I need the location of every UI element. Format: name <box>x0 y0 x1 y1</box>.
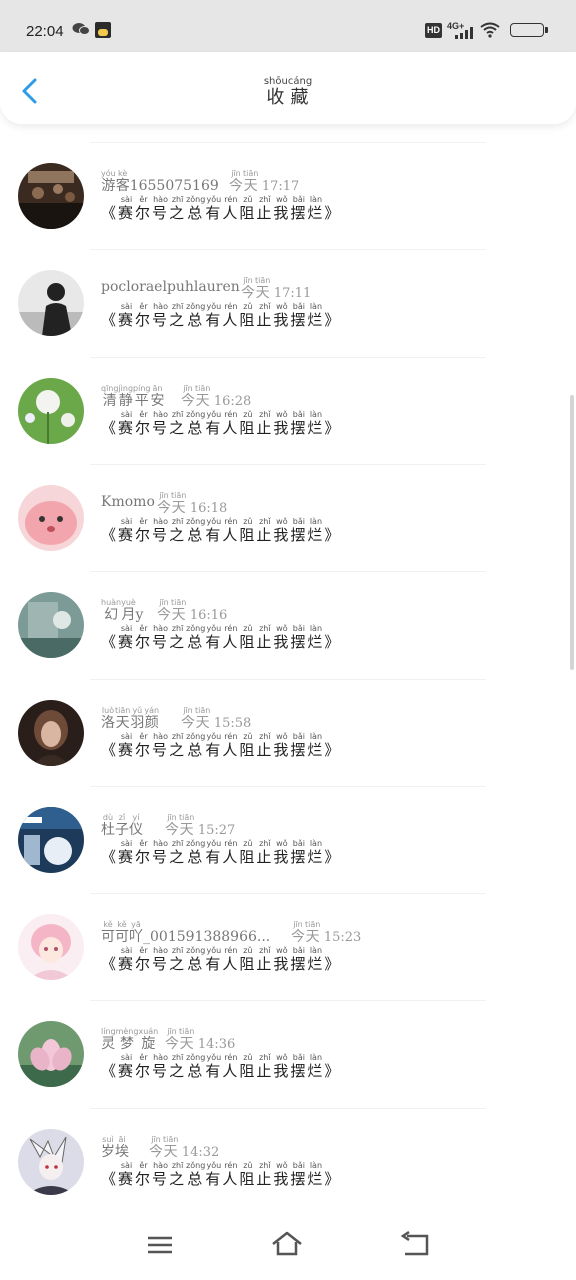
avatar[interactable] <box>18 1021 84 1088</box>
item-meta: pocloraelpuhlauren 今jīn天tiān 17:11 <box>101 276 311 301</box>
avatar[interactable] <box>18 377 84 444</box>
list-item[interactable]: 杜dù子zǐ仪yí 今jīn天tiān 15:27 《赛sài尔ěr号hào之z… <box>0 785 576 893</box>
row-divider <box>90 142 486 143</box>
wifi-icon <box>480 22 500 38</box>
list-item[interactable]: 清qīng静jìng平píng安ān 今jīn天tiān 16:28 《赛sài… <box>0 356 576 464</box>
collected-title: 《赛sài尔ěr号hào之zhī总zǒng有yǒu人rén阻zǔ止zhǐ我wǒ摆… <box>101 409 342 437</box>
row-divider <box>90 893 486 895</box>
avatar[interactable] <box>18 270 84 337</box>
navigation-bar <box>0 1210 576 1280</box>
timestamp: 今jīn天tiān 17:11 <box>241 276 312 302</box>
item-meta: 清qīng静jìng平píng安ān 今jīn天tiān 16:28 <box>101 383 251 409</box>
home-icon[interactable] <box>269 1228 305 1262</box>
avatar[interactable] <box>18 699 84 766</box>
collected-title: 《赛sài尔ěr号hào之zhī总zǒng有yǒu人rén阻zǔ止zhǐ我wǒ摆… <box>101 1160 342 1188</box>
avatar[interactable] <box>18 806 84 873</box>
user-name: 可kě可kě吖yā_001591388966... <box>101 920 271 946</box>
user-name: 岁suì埃āi <box>101 1134 129 1160</box>
user-name: 洛luò天tiān羽yǔ颜yán <box>101 705 160 731</box>
list-item[interactable]: 幻huàn月yuèy 今jīn天tiān 16:16 《赛sài尔ěr号hào之… <box>0 571 576 678</box>
collected-title: 《赛sài尔ěr号hào之zhī总zǒng有yǒu人rén阻zǔ止zhǐ我wǒ摆… <box>101 838 342 866</box>
user-name: 幻huàn月yuèy <box>101 598 144 624</box>
item-meta: 岁suì埃āi 今jīn天tiān 14:32 <box>101 1134 219 1160</box>
row-divider <box>90 785 486 787</box>
wechat-icon <box>72 23 90 35</box>
timestamp: 今jīn天tiān 15:58 <box>181 705 252 731</box>
item-meta: 可kě可kě吖yā_001591388966... 今jīn天tiān 15:2… <box>101 920 361 946</box>
collected-title: 《赛sài尔ěr号hào之zhī总zǒng有yǒu人rén阻zǔ止zhǐ我wǒ摆… <box>101 516 342 544</box>
timestamp: 今jīn天tiān 17:17 <box>229 169 300 194</box>
page-title: 收shōu 藏cáng <box>0 76 576 109</box>
header: 收shōu 藏cáng <box>0 52 576 124</box>
row-divider <box>90 1107 486 1109</box>
timestamp: 今jīn天tiān 16:28 <box>181 383 252 409</box>
status-bar: 22:04 HD 4G+ <box>0 0 576 52</box>
item-meta: 杜dù子zǐ仪yí 今jīn天tiān 15:27 <box>101 812 235 838</box>
list-item[interactable]: 岁suì埃āi 今jīn天tiān 14:32 《赛sài尔ěr号hào之zhī… <box>0 1107 576 1215</box>
status-time: 22:04 <box>26 23 64 40</box>
timestamp: 今jīn天tiān 16:18 <box>157 490 228 516</box>
timestamp: 今jīn天tiān 15:23 <box>291 920 362 946</box>
timestamp: 今jīn天tiān 16:16 <box>157 598 228 624</box>
svg-text:4G+: 4G+ <box>447 21 464 31</box>
title-char: 收shōu <box>263 76 288 108</box>
row-divider <box>90 678 486 680</box>
timestamp: 今jīn天tiān 14:36 <box>165 1027 236 1053</box>
item-meta: 幻huàn月yuèy 今jīn天tiān 16:16 <box>101 598 227 624</box>
item-meta: 游yóu客kè1655075169 今jīn天tiān 17:17 <box>101 169 299 194</box>
row-divider <box>90 1000 486 1002</box>
list-item[interactable]: Kmomo 今jīn天tiān 16:18 《赛sài尔ěr号hào之zhī总z… <box>0 463 576 571</box>
row-divider <box>90 571 486 573</box>
item-meta: 洛luò天tiān羽yǔ颜yán 今jīn天tiān 15:58 <box>101 705 251 731</box>
menu-icon[interactable] <box>142 1228 178 1262</box>
app-notification-icon <box>95 22 111 38</box>
user-name: 杜dù子zǐ仪yí <box>101 812 143 838</box>
user-name: 灵líng梦mèng旋xuán <box>101 1027 159 1053</box>
user-name: 清qīng静jìng平píng安ān <box>101 383 165 409</box>
list-item[interactable]: pocloraelpuhlauren 今jīn天tiān 17:11 《赛sài… <box>0 249 576 356</box>
list-item[interactable]: 可kě可kě吖yā_001591388966... 今jīn天tiān 15:2… <box>0 893 576 1000</box>
title-char: 藏cáng <box>287 76 313 108</box>
timestamp: 今jīn天tiān 14:32 <box>149 1134 220 1160</box>
avatar[interactable] <box>18 592 84 659</box>
list-item[interactable]: 洛luò天tiān羽yǔ颜yán 今jīn天tiān 15:58 《赛sài尔ě… <box>0 678 576 786</box>
user-name: Kmomo <box>101 493 155 510</box>
user-name: pocloraelpuhlauren <box>101 279 240 296</box>
row-divider <box>90 249 486 251</box>
avatar[interactable] <box>18 1128 84 1195</box>
back-icon[interactable] <box>397 1228 433 1262</box>
collected-title: 《赛sài尔ěr号hào之zhī总zǒng有yǒu人rén阻zǔ止zhǐ我wǒ摆… <box>101 946 342 974</box>
collected-title: 《赛sài尔ěr号hào之zhī总zǒng有yǒu人rén阻zǔ止zhǐ我wǒ摆… <box>101 1053 342 1081</box>
avatar[interactable] <box>18 484 84 551</box>
collected-title: 《赛sài尔ěr号hào之zhī总zǒng有yǒu人rén阻zǔ止zhǐ我wǒ摆… <box>101 731 342 759</box>
hd-icon: HD <box>425 23 442 38</box>
collected-title: 《赛sài尔ěr号hào之zhī总zǒng有yǒu人rén阻zǔ止zhǐ我wǒ摆… <box>101 302 342 330</box>
row-divider <box>90 463 486 465</box>
battery-icon <box>510 23 548 37</box>
row-divider <box>90 356 486 358</box>
avatar[interactable] <box>18 914 84 981</box>
avatar[interactable] <box>18 163 84 229</box>
collected-title: 《赛sài尔ěr号hào之zhī总zǒng有yǒu人rén阻zǔ止zhǐ我wǒ摆… <box>101 195 342 222</box>
collected-title: 《赛sài尔ěr号hào之zhī总zǒng有yǒu人rén阻zǔ止zhǐ我wǒ摆… <box>101 624 342 652</box>
list-item[interactable]: 游yóu客kè1655075169 今jīn天tiān 17:17 《赛sài尔… <box>0 142 576 249</box>
list-item[interactable]: 灵líng梦mèng旋xuán 今jīn天tiān 14:36 《赛sài尔ěr… <box>0 1000 576 1107</box>
item-meta: 灵líng梦mèng旋xuán 今jīn天tiān 14:36 <box>101 1027 235 1053</box>
scrollbar[interactable] <box>570 395 574 670</box>
user-name: 游yóu客kè1655075169 <box>101 169 219 194</box>
item-meta: Kmomo 今jīn天tiān 16:18 <box>101 491 227 516</box>
signal-4g-icon: 4G+ <box>447 21 473 39</box>
timestamp: 今jīn天tiān 15:27 <box>165 812 236 838</box>
